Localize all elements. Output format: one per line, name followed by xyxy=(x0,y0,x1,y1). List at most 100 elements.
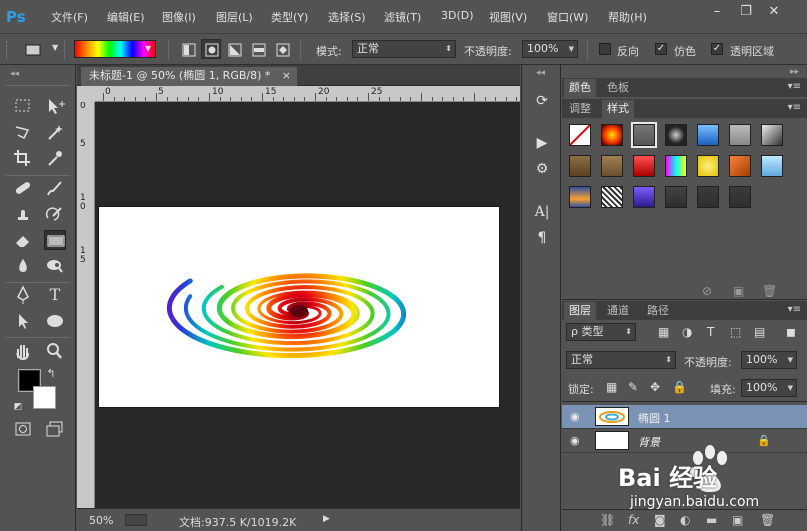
move-tool-icon[interactable] xyxy=(44,96,66,116)
filter-toggle-icon[interactable]: ◼ xyxy=(786,325,796,339)
healing-brush-tool-icon[interactable] xyxy=(12,178,34,198)
background-color-swatch[interactable] xyxy=(33,386,56,409)
menu-window[interactable]: 窗口(W) xyxy=(547,9,588,25)
style-swatch[interactable] xyxy=(729,186,751,208)
close-tab-icon[interactable]: × xyxy=(282,67,291,84)
menu-select[interactable]: 选择(S) xyxy=(328,9,366,25)
pixel-filter-icon[interactable]: ▦ xyxy=(658,325,669,339)
zoom-tool-icon[interactable] xyxy=(44,341,66,361)
actions-panel-icon[interactable]: ▶ xyxy=(529,132,555,154)
minimize-button[interactable]: – xyxy=(706,3,728,21)
style-swatch[interactable] xyxy=(761,155,783,177)
style-swatch[interactable] xyxy=(665,186,687,208)
style-swatch[interactable] xyxy=(729,155,751,177)
menu-view[interactable]: 视图(V) xyxy=(489,9,527,25)
layer-blend-mode[interactable]: 正常 ⬍ xyxy=(566,351,676,369)
layer-row-ellipse[interactable]: ◉ 椭圆 1 xyxy=(562,405,807,429)
brush-tool-icon[interactable] xyxy=(44,178,66,198)
vertical-ruler[interactable]: 0 5 1 0 1 5 xyxy=(77,102,95,508)
ruler-origin[interactable] xyxy=(77,86,95,102)
shape-filter-icon[interactable]: ⬚ xyxy=(730,325,741,339)
visibility-eye-icon[interactable]: ◉ xyxy=(570,434,580,447)
lasso-tool-icon[interactable] xyxy=(12,122,34,142)
horizontal-ruler[interactable]: 0 5 10 15 20 25 xyxy=(95,86,520,102)
document-canvas[interactable] xyxy=(99,207,499,407)
style-swatch[interactable] xyxy=(631,122,657,148)
layer-kind-filter[interactable]: ρ 类型 ⬍ xyxy=(566,323,636,341)
hand-tool-icon[interactable] xyxy=(12,341,34,361)
gradient-tool-preset-icon[interactable] xyxy=(22,39,42,59)
expand-dock-icon[interactable]: ◂◂ xyxy=(536,68,545,78)
style-swatch[interactable] xyxy=(633,155,655,177)
style-swatch[interactable] xyxy=(761,124,783,146)
adjustment-filter-icon[interactable]: ◑ xyxy=(682,325,692,339)
ellipse-tool-icon[interactable] xyxy=(44,311,66,331)
delete-style-icon[interactable]: 🗑 xyxy=(762,284,777,298)
style-swatch[interactable] xyxy=(569,155,591,177)
options-grip[interactable] xyxy=(6,41,10,59)
status-menu-arrow-icon[interactable]: ▶ xyxy=(323,514,330,524)
menu-type[interactable]: 类型(Y) xyxy=(271,9,308,25)
tab-layers[interactable]: 图层 xyxy=(564,302,596,320)
path-selection-tool-icon[interactable] xyxy=(12,311,34,331)
mode-dropdown[interactable]: 正常 ⬍ xyxy=(352,40,456,58)
lock-transparent-icon[interactable]: ▦ xyxy=(606,380,617,394)
panel-menu-icon[interactable]: ▾≡ xyxy=(788,102,801,113)
panel-menu-icon[interactable]: ▾≡ xyxy=(788,304,801,315)
style-swatch[interactable] xyxy=(697,124,719,146)
tab-channels[interactable]: 通道 xyxy=(602,302,634,320)
clear-style-icon[interactable]: ⊘ xyxy=(702,284,712,298)
clone-stamp-tool-icon[interactable] xyxy=(12,204,34,224)
style-swatch[interactable] xyxy=(633,186,655,208)
linear-gradient-icon[interactable] xyxy=(178,39,198,59)
status-toggle-icon[interactable] xyxy=(125,514,147,526)
transparency-checkbox[interactable]: ✓ xyxy=(711,43,723,55)
style-swatch[interactable] xyxy=(601,155,623,177)
history-panel-icon[interactable]: ⟳ xyxy=(529,90,555,112)
zoom-level[interactable]: 50% xyxy=(89,514,113,527)
restore-button[interactable]: ❐ xyxy=(735,3,757,21)
character-panel-icon[interactable]: A| xyxy=(529,201,555,223)
fill-field[interactable]: 100% ▼ xyxy=(741,379,797,397)
style-swatch[interactable] xyxy=(665,155,687,177)
menu-help[interactable]: 帮助(H) xyxy=(608,9,647,25)
collapse-toolbar-icon[interactable]: ◂◂ xyxy=(10,69,19,79)
type-filter-icon[interactable]: T xyxy=(707,325,714,339)
tab-styles[interactable]: 样式 xyxy=(602,100,634,118)
history-brush-tool-icon[interactable] xyxy=(44,204,66,224)
marquee-tool-icon[interactable] xyxy=(12,96,34,116)
close-button[interactable]: ✕ xyxy=(763,3,785,21)
eyedropper-tool-icon[interactable] xyxy=(44,148,66,168)
crop-tool-icon[interactable] xyxy=(12,148,34,168)
new-style-icon[interactable]: ▣ xyxy=(733,284,744,298)
tab-paths[interactable]: 路径 xyxy=(642,302,674,320)
style-swatch[interactable] xyxy=(601,186,623,208)
opacity-field[interactable]: 100% ▼ xyxy=(522,40,578,58)
style-swatch[interactable] xyxy=(569,124,591,146)
visibility-eye-icon[interactable]: ◉ xyxy=(570,410,580,423)
menu-edit[interactable]: 编辑(E) xyxy=(107,9,145,25)
gradient-preview[interactable] xyxy=(74,40,156,58)
style-swatch[interactable] xyxy=(569,186,591,208)
reflected-gradient-icon[interactable] xyxy=(248,39,268,59)
menu-image[interactable]: 图像(I) xyxy=(162,9,196,25)
dither-checkbox[interactable]: ✓ xyxy=(655,43,667,55)
document-tab[interactable]: 未标题-1 @ 50% (椭圆 1, RGB/8) * × xyxy=(81,67,297,86)
style-swatch[interactable] xyxy=(729,124,751,146)
tab-adjustments[interactable]: 调整 xyxy=(564,100,596,118)
gradient-tool-icon[interactable] xyxy=(44,230,66,250)
style-swatch[interactable] xyxy=(697,155,719,177)
lock-pixels-icon[interactable]: ✎ xyxy=(628,380,638,394)
diamond-gradient-icon[interactable] xyxy=(272,39,292,59)
paragraph-panel-icon[interactable]: ¶ xyxy=(529,227,555,249)
menu-3d[interactable]: 3D(D) xyxy=(441,9,474,22)
blur-tool-icon[interactable] xyxy=(12,256,34,276)
angle-gradient-icon[interactable] xyxy=(224,39,244,59)
magic-wand-tool-icon[interactable] xyxy=(44,122,66,142)
radial-gradient-icon[interactable] xyxy=(201,39,221,59)
smart-object-filter-icon[interactable]: ▤ xyxy=(754,325,765,339)
swap-colors-icon[interactable]: ↰ xyxy=(44,364,58,384)
panel-menu-icon[interactable]: ▾≡ xyxy=(788,81,801,92)
style-swatch[interactable] xyxy=(665,124,687,146)
style-swatch[interactable] xyxy=(697,186,719,208)
